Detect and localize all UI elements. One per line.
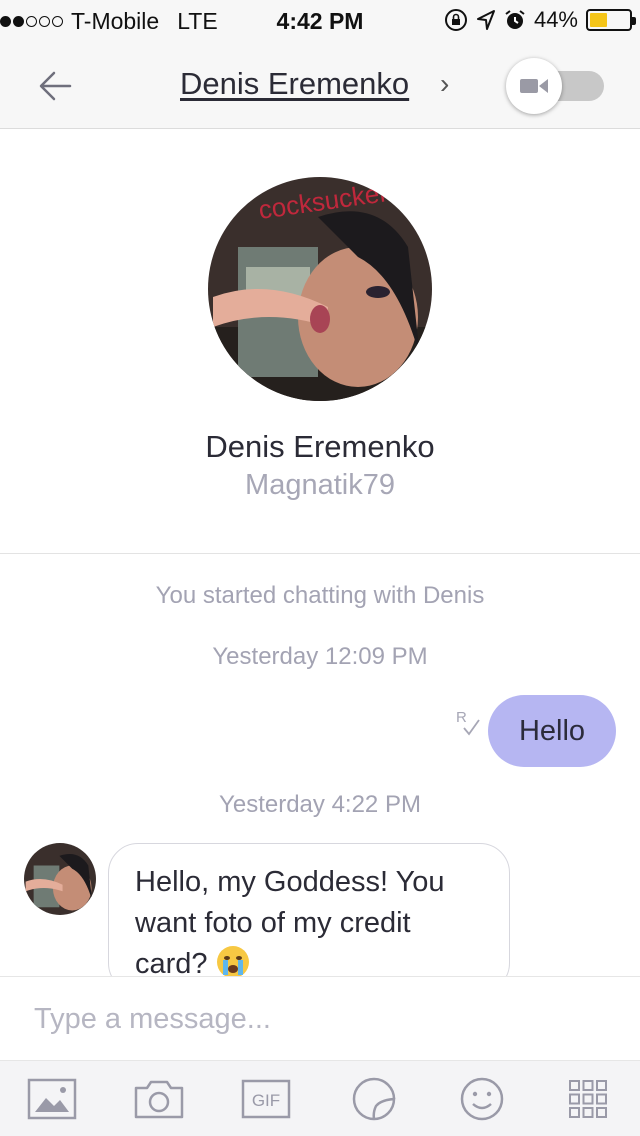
message-input[interactable]	[34, 997, 594, 1041]
read-receipt-icon: R	[456, 708, 484, 738]
gif-button[interactable]: GIF	[240, 1075, 292, 1123]
message-line: Hello, my Goddess! You	[135, 866, 445, 898]
svg-text:R: R	[456, 709, 467, 726]
camera-button[interactable]	[133, 1075, 185, 1123]
back-button[interactable]	[34, 64, 78, 108]
incoming-message-bubble[interactable]: Hello, my Goddess! You want foto of my c…	[108, 843, 510, 993]
contact-profile: cocksucker Denis Eremenko Magnatik79	[0, 129, 640, 554]
location-arrow-icon	[476, 10, 495, 30]
status-right: 44%	[444, 6, 636, 34]
sticker-button[interactable]	[348, 1075, 400, 1123]
battery-icon	[586, 9, 636, 31]
svg-text:GIF: GIF	[252, 1091, 280, 1110]
chat-header: Denis Eremenko ›	[0, 40, 640, 129]
gallery-button[interactable]	[26, 1075, 78, 1123]
profile-username: Magnatik79	[245, 469, 395, 501]
timestamp: Yesterday 12:09 PM	[212, 643, 428, 670]
outgoing-message-bubble[interactable]: Hello	[488, 695, 616, 767]
avatar-photo: cocksucker	[208, 177, 432, 401]
gallery-icon	[27, 1078, 77, 1120]
sender-avatar[interactable]	[24, 843, 96, 915]
toggle-knob	[506, 58, 562, 114]
more-grid-icon	[569, 1080, 607, 1118]
battery-fill	[590, 13, 607, 27]
timestamp: Yesterday 4:22 PM	[219, 791, 421, 818]
alarm-icon	[505, 10, 525, 29]
crying-face-emoji	[216, 946, 249, 978]
back-arrow-icon	[39, 71, 72, 101]
more-button[interactable]	[562, 1075, 614, 1123]
emoji-button[interactable]	[456, 1075, 508, 1123]
system-message: You started chatting with Denis	[155, 582, 485, 609]
profile-name: Denis Eremenko	[205, 429, 435, 464]
orientation-lock-icon	[444, 9, 467, 31]
emoji-icon	[460, 1077, 504, 1121]
battery-percent: 44%	[533, 7, 578, 32]
contact-avatar[interactable]: cocksucker	[208, 177, 432, 401]
status-bar: T-Mobile LTE 4:42 PM 44%	[0, 0, 640, 40]
avatar-photo	[24, 843, 96, 915]
contact-name-title[interactable]: Denis Eremenko	[180, 66, 409, 102]
message-line: want foto of my credit	[135, 907, 411, 939]
composer-toolbar: GIF	[0, 1060, 640, 1136]
message-composer	[0, 976, 640, 1060]
sticker-icon	[352, 1077, 396, 1121]
chevron-right-icon[interactable]: ›	[440, 68, 449, 100]
video-call-toggle[interactable]	[506, 58, 604, 114]
video-camera-icon	[520, 79, 548, 93]
camera-icon	[134, 1080, 184, 1119]
gif-icon: GIF	[241, 1079, 291, 1119]
